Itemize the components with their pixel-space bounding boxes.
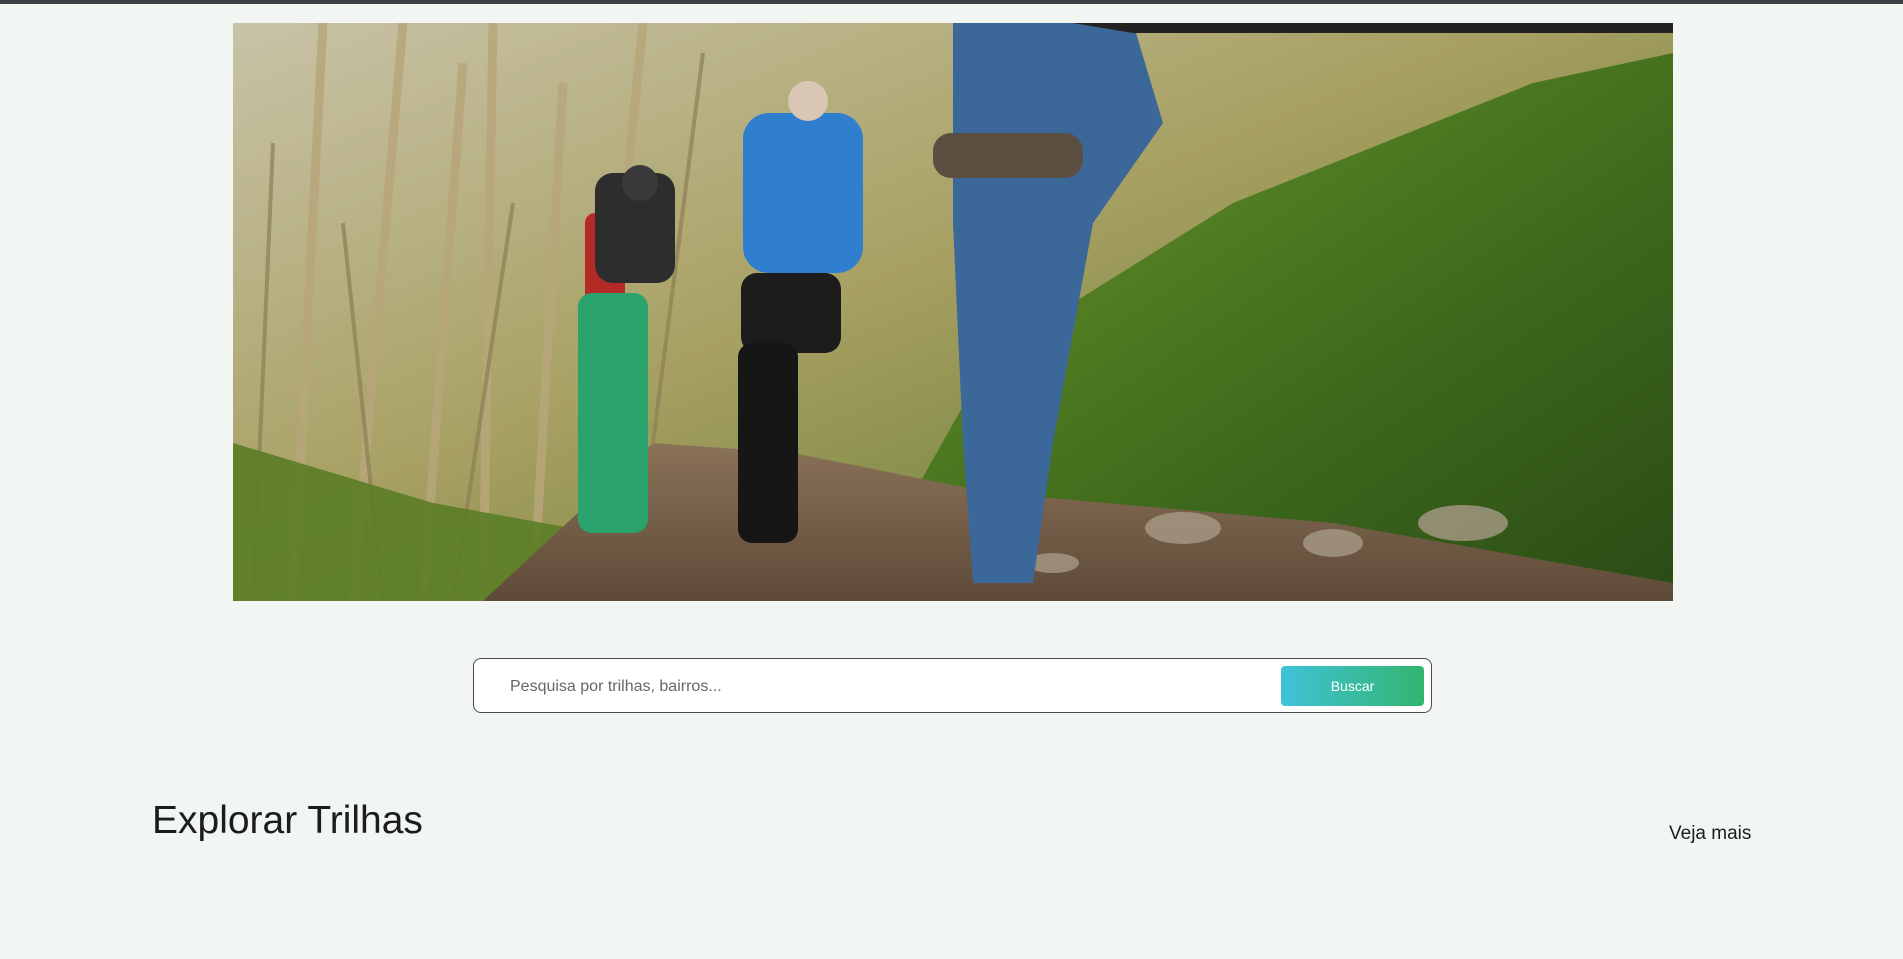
see-more-link[interactable]: Veja mais — [1669, 823, 1751, 845]
section-title: Explorar Trilhas — [152, 799, 423, 842]
search-button[interactable]: Buscar — [1281, 666, 1424, 706]
search-input[interactable] — [508, 667, 1292, 706]
search-bar: Buscar — [473, 658, 1432, 713]
top-bar — [0, 0, 1903, 4]
hero-image — [233, 23, 1673, 601]
hikers-trail-illustration — [233, 23, 1673, 601]
